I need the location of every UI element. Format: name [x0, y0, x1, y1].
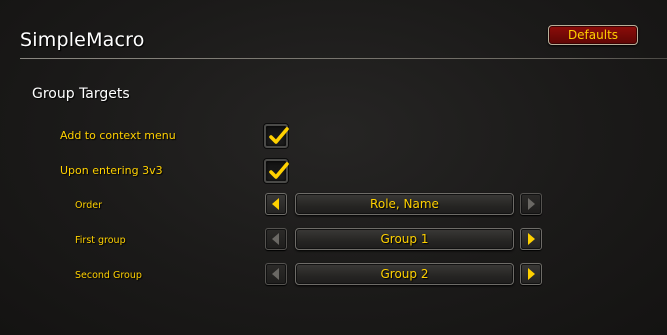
first-group-prev-button[interactable]: [265, 228, 287, 250]
arrow-left-icon: [272, 268, 279, 280]
order-label: Order: [75, 200, 102, 211]
context-menu-checkbox[interactable]: [264, 124, 289, 148]
second-group-prev-button[interactable]: [265, 263, 287, 285]
order-selector[interactable]: Role, Name: [295, 193, 514, 215]
first-group-selector[interactable]: Group 1: [295, 228, 514, 250]
second-group-label: Second Group: [75, 270, 142, 281]
order-next-button[interactable]: [520, 193, 542, 215]
second-group-selector[interactable]: Group 2: [295, 263, 514, 285]
addon-title: SimpleMacro: [20, 29, 145, 51]
arrow-right-icon: [528, 198, 535, 210]
checkmark-icon: [269, 162, 289, 179]
checkmark-icon: [269, 127, 289, 144]
enter-3v3-checkbox[interactable]: [264, 159, 289, 183]
arrow-right-icon: [528, 233, 535, 245]
arrow-right-icon: [528, 268, 535, 280]
defaults-button[interactable]: Defaults: [548, 25, 638, 45]
first-group-next-button[interactable]: [520, 228, 542, 250]
first-group-label: First group: [75, 235, 126, 246]
title-divider: [20, 58, 667, 59]
arrow-left-icon: [272, 233, 279, 245]
section-title: Group Targets: [32, 86, 130, 102]
arrow-left-icon: [272, 198, 279, 210]
enter-3v3-label: Upon entering 3v3: [60, 164, 163, 177]
context-menu-label: Add to context menu: [60, 129, 176, 142]
order-prev-button[interactable]: [265, 193, 287, 215]
second-group-next-button[interactable]: [520, 263, 542, 285]
